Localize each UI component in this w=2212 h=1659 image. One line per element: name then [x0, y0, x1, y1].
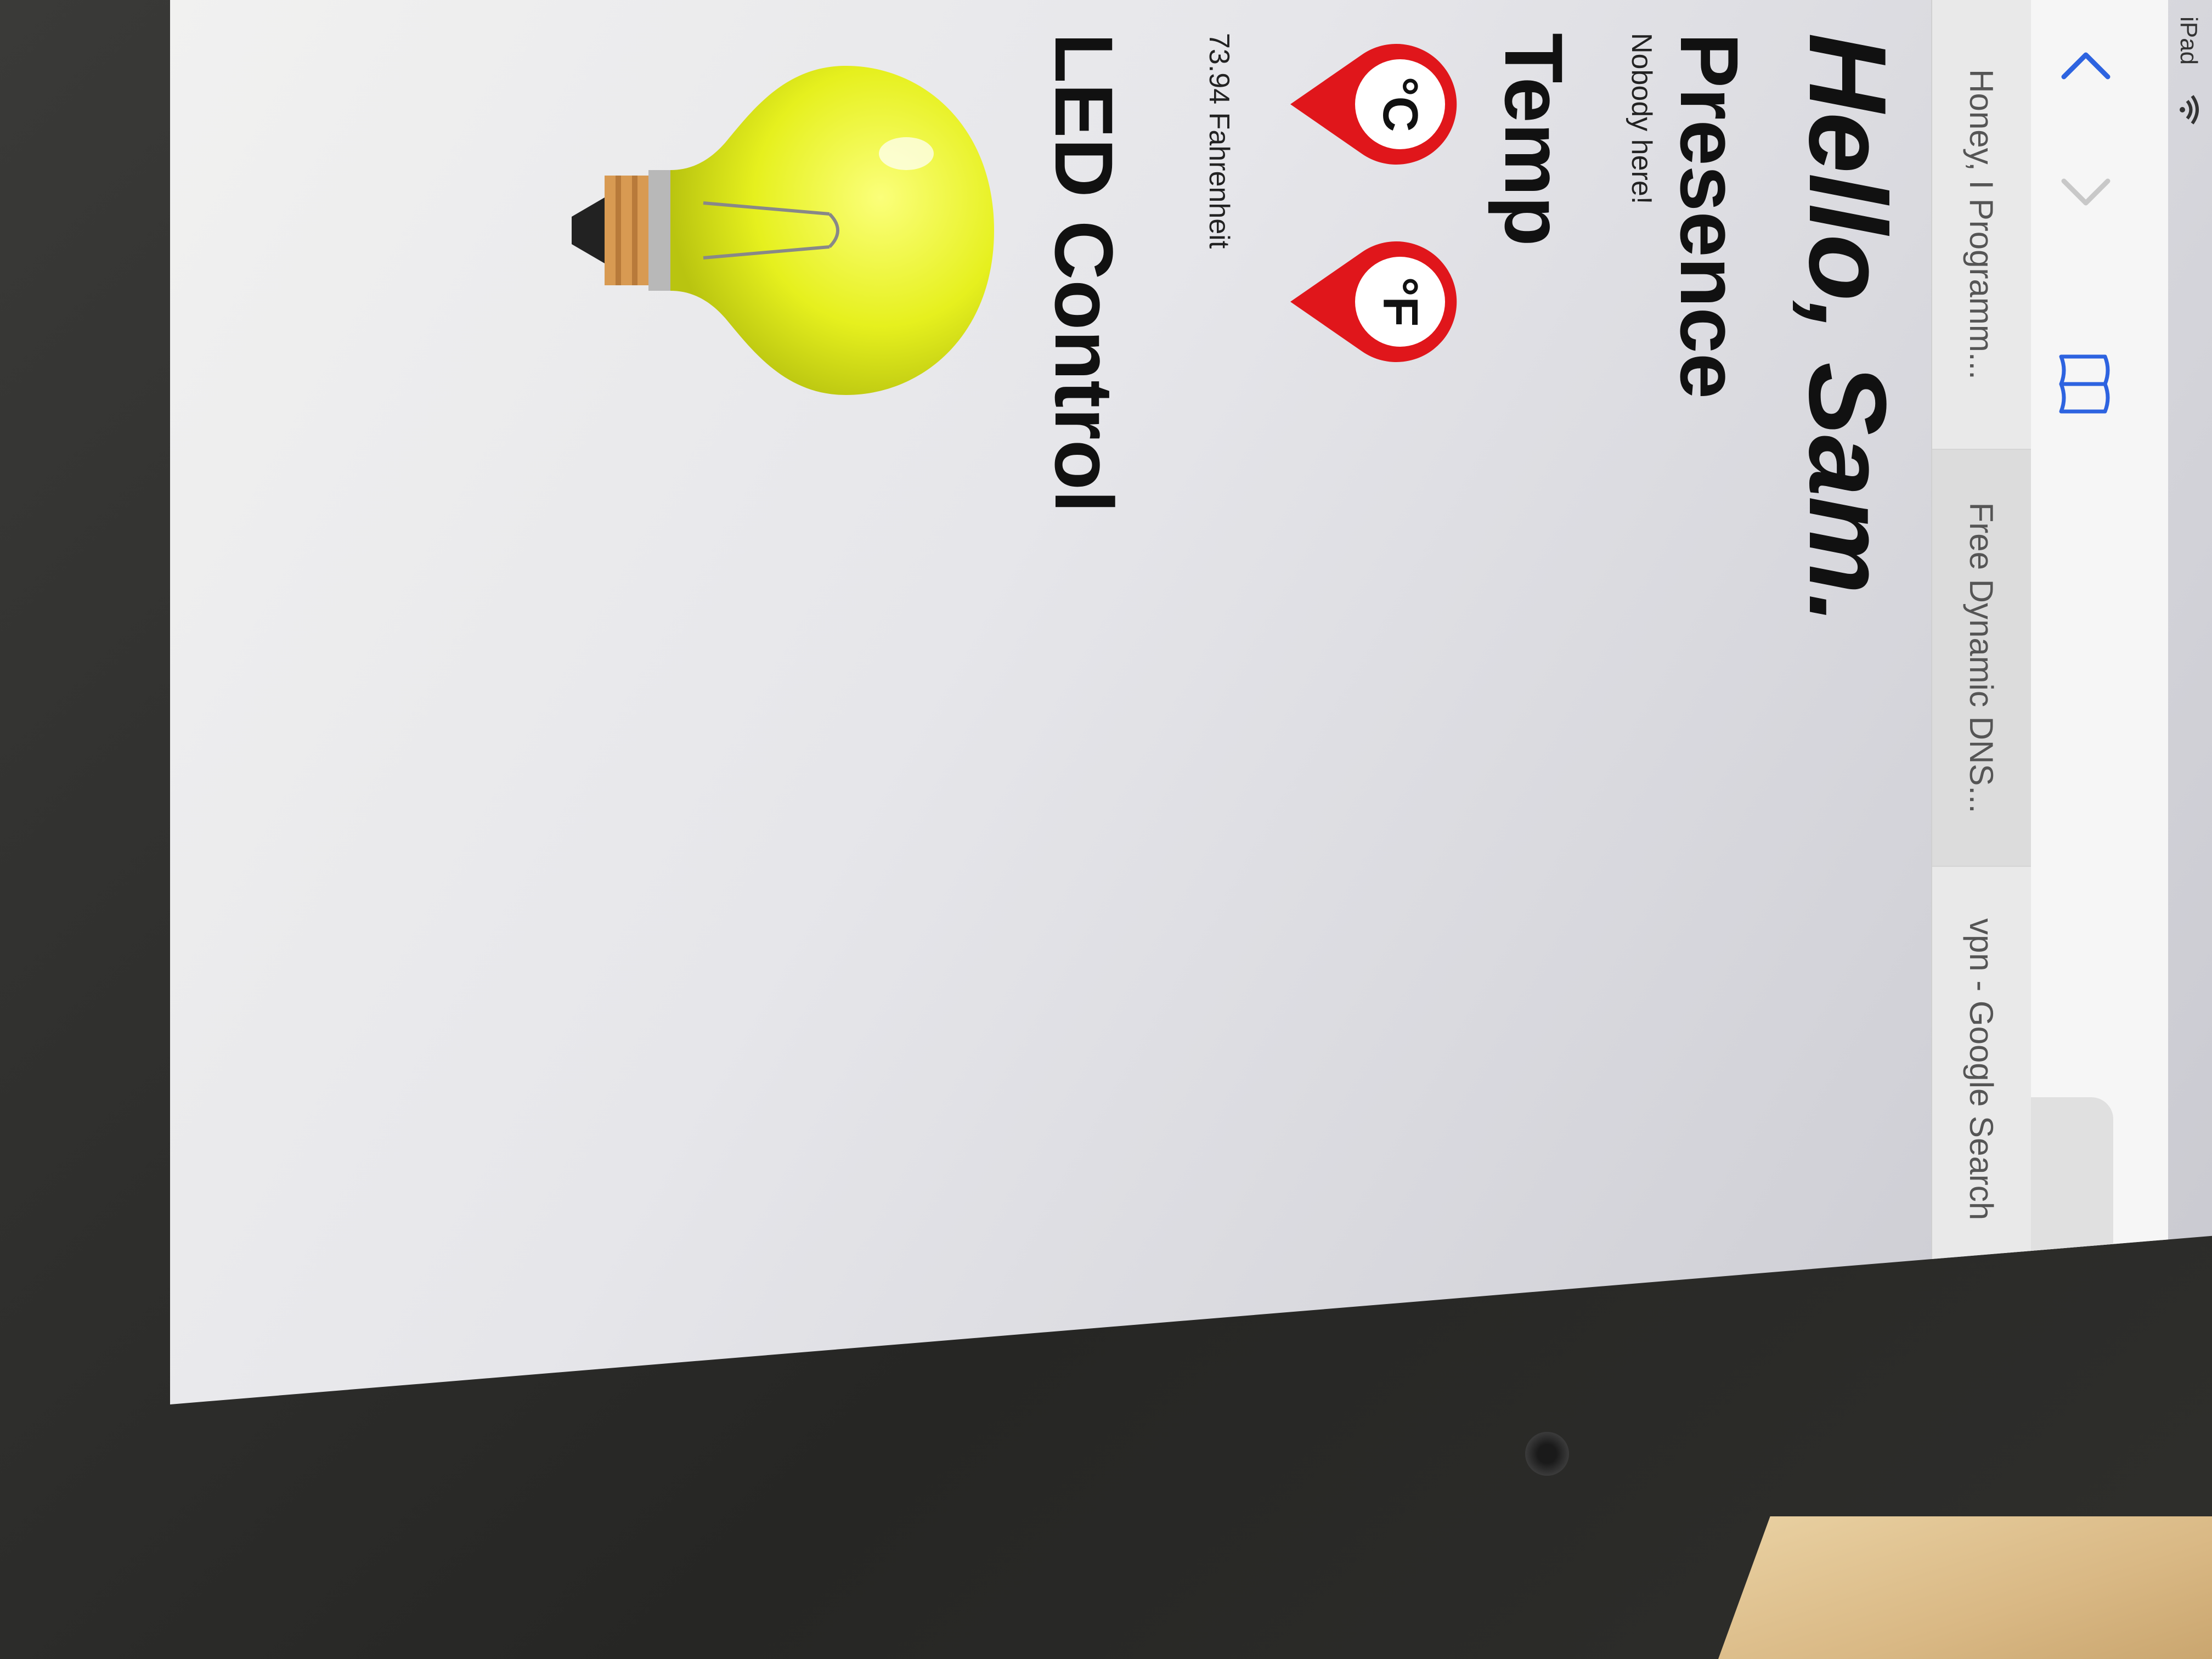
- page-title: Hello, Sam.: [1786, 33, 1909, 625]
- chevron-right-icon[interactable]: [2053, 159, 2119, 225]
- status-bar: iPad: [2168, 0, 2212, 1404]
- celsius-button[interactable]: °C: [1285, 33, 1466, 176]
- camera-icon: [1525, 1432, 1569, 1476]
- fahrenheit-button[interactable]: °F: [1285, 230, 1466, 373]
- ipad-screen: iPad Honey, I Programm... Free Dynamic D: [170, 0, 2212, 1404]
- tab-bar: Honey, I Programm... Free Dynamic DNS...…: [1931, 0, 2031, 1404]
- chevron-left-icon[interactable]: [2053, 33, 2119, 99]
- device-label: iPad: [2175, 16, 2202, 65]
- temperature-reading: 73.94 Fahrenheit: [1203, 33, 1235, 249]
- led-control-heading: LED Control: [1038, 33, 1130, 513]
- tab-vpn-google-search[interactable]: vpn - Google Search: [1932, 867, 2031, 1273]
- tab-free-dynamic-dns[interactable]: Free Dynamic DNS...: [1932, 450, 2031, 867]
- table-surface: [1718, 1516, 2212, 1659]
- map-pin-icon: °F: [1290, 241, 1457, 362]
- wifi-icon: [2180, 95, 2199, 125]
- presence-heading: Presence: [1663, 33, 1756, 399]
- tab-honey[interactable]: Honey, I Programm...: [1932, 0, 2031, 450]
- celsius-label: °C: [1373, 77, 1427, 132]
- fahrenheit-label: °F: [1373, 277, 1427, 327]
- browser-toolbar: [2004, 0, 2168, 1404]
- light-bulb-icon[interactable]: [561, 33, 1011, 428]
- presence-status: Nobody here!: [1626, 33, 1657, 205]
- book-icon[interactable]: [2053, 351, 2119, 417]
- web-page: Hello, Sam. Presence Nobody here! Temp °…: [177, 0, 1932, 1404]
- temp-heading: Temp: [1488, 33, 1580, 246]
- browser-content: iPad Honey, I Programm... Free Dynamic D: [170, 0, 2212, 1404]
- map-pin-icon: °C: [1290, 44, 1457, 165]
